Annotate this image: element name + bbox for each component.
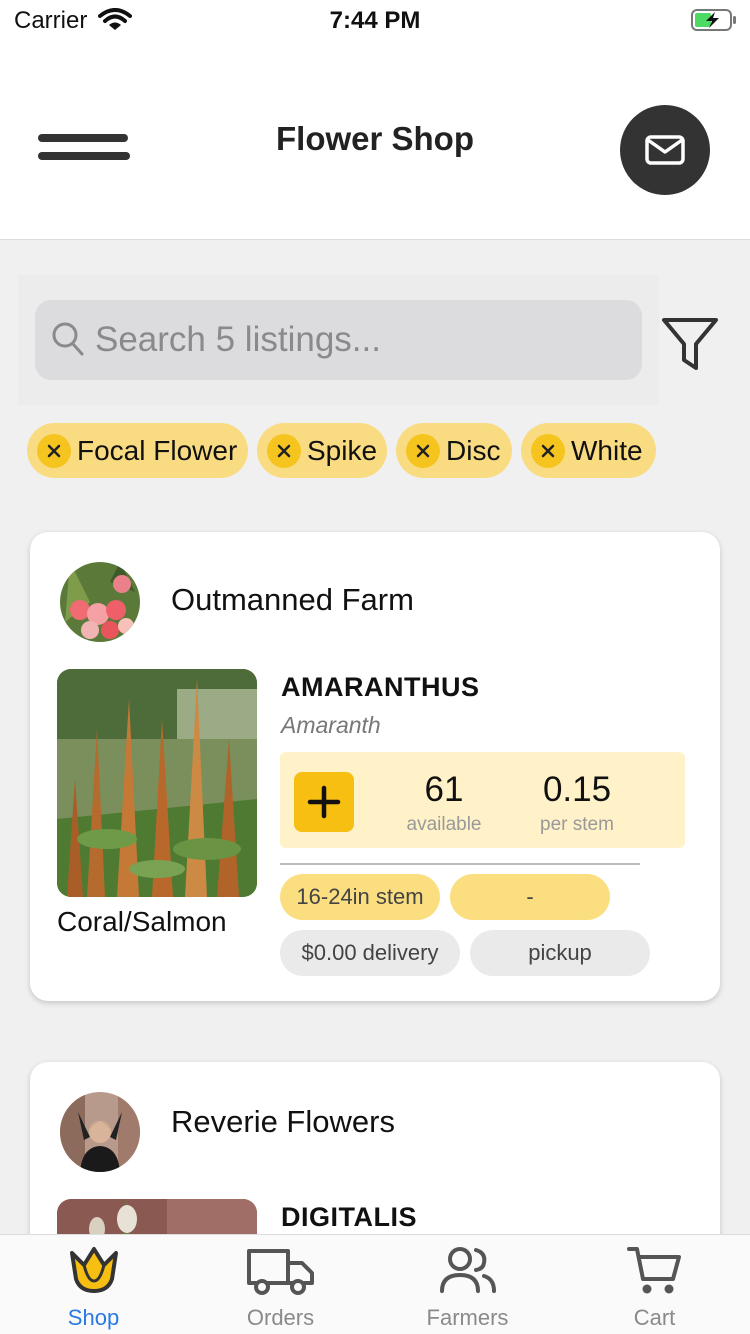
status-bar: Carrier 7:44 PM	[0, 0, 750, 40]
remove-filter-icon[interactable]	[531, 433, 565, 468]
filter-chip-spike[interactable]: Spike	[257, 423, 387, 478]
tab-cart[interactable]: Cart	[561, 1235, 748, 1334]
filter-chip-white[interactable]: White	[521, 423, 656, 478]
divider	[280, 863, 640, 865]
mail-icon	[645, 135, 685, 165]
filter-chip-focal-flower[interactable]: Focal Flower	[27, 423, 248, 478]
tab-label: Shop	[67, 1305, 120, 1330]
truck-icon	[246, 1249, 314, 1295]
battery-icon	[691, 9, 736, 31]
product-image[interactable]	[57, 669, 257, 897]
farm-name[interactable]: Outmanned Farm	[171, 582, 414, 618]
product-latin-name: Amaranth	[281, 712, 381, 738]
status-time: 7:44 PM	[329, 7, 421, 34]
filter-chip-label: Disc	[446, 434, 501, 466]
filter-chip-label: White	[571, 434, 643, 466]
delivery-tag: $0.00 delivery	[280, 930, 460, 976]
filter-chip-disc[interactable]: Disc	[396, 423, 512, 478]
messages-button[interactable]	[620, 105, 710, 195]
filter-chip-label: Focal Flower	[77, 434, 238, 466]
product-name[interactable]: DIGITALIS	[281, 1202, 417, 1233]
stem-length-tag: 16-24in stem	[280, 874, 440, 920]
available-count: 61	[424, 770, 464, 809]
search-box[interactable]	[35, 300, 642, 380]
search-icon	[52, 322, 84, 356]
search-bar-container	[18, 275, 659, 405]
tab-orders[interactable]: Orders	[187, 1235, 374, 1334]
tab-farmers[interactable]: Farmers	[374, 1235, 561, 1334]
product-variety: Coral/Salmon	[57, 906, 227, 937]
available-label: available	[406, 814, 482, 835]
cart-icon	[626, 1247, 681, 1294]
listing-card[interactable]: Outmanned Farm Coral/Salmon AMARANTHUS A…	[30, 532, 720, 1001]
add-to-cart-button[interactable]	[294, 772, 354, 832]
filter-chip-label: Spike	[307, 434, 378, 466]
tab-label: Orders	[246, 1305, 315, 1330]
tab-label: Farmers	[426, 1305, 509, 1330]
pickup-tag: pickup	[470, 930, 650, 976]
search-input[interactable]	[95, 300, 625, 380]
farm-name[interactable]: Reverie Flowers	[171, 1104, 395, 1140]
stock-info: 61 available 0.15 per stem	[280, 752, 685, 848]
farm-avatar[interactable]	[60, 562, 140, 642]
remove-filter-icon[interactable]	[37, 433, 71, 468]
attribute-tag: -	[450, 874, 610, 920]
tab-label: Cart	[633, 1305, 676, 1330]
farm-avatar[interactable]	[60, 1092, 140, 1172]
price-per-stem: 0.15	[542, 770, 612, 809]
plus-icon	[307, 785, 341, 819]
price-label: per stem	[540, 814, 614, 835]
filter-icon[interactable]	[660, 316, 720, 372]
tulip-icon	[69, 1247, 118, 1293]
users-icon	[439, 1247, 496, 1293]
app-header: Flower Shop	[0, 40, 750, 240]
remove-filter-icon[interactable]	[406, 433, 440, 468]
tab-shop[interactable]: Shop	[0, 1235, 187, 1334]
product-name[interactable]: AMARANTHUS	[281, 672, 479, 703]
remove-filter-icon[interactable]	[267, 433, 301, 468]
tab-bar: Shop Orders Farmers Cart	[0, 1234, 750, 1334]
